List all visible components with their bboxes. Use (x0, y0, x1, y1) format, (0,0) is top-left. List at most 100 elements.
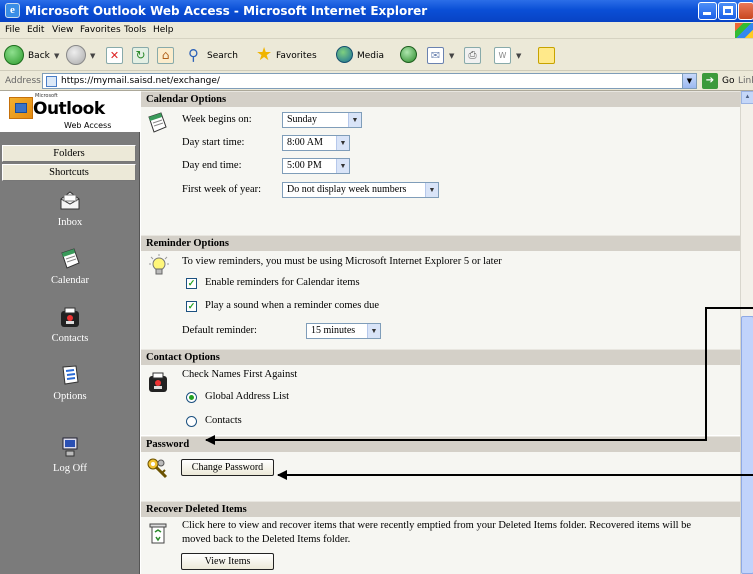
go-arrow-icon[interactable]: ➔ (702, 73, 718, 89)
play-sound-label: Play a sound when a reminder comes due (205, 300, 380, 311)
default-reminder-select[interactable]: 15 minutes ▼ (306, 323, 381, 339)
menu-file[interactable]: File (5, 25, 20, 35)
enable-reminders-checkbox[interactable]: ✓ (186, 278, 197, 289)
address-bar: Address https://mymail.saisd.net/exchang… (0, 71, 753, 91)
home-icon: ⌂ (157, 47, 174, 64)
nav-inbox[interactable]: Inbox (0, 189, 140, 239)
outlook-logo: Microsoft Outlook Web Access (0, 91, 140, 132)
recover-deleted-items-heading: Recover Deleted Items (141, 501, 740, 517)
password-heading: Password (141, 436, 740, 452)
favorites-button[interactable]: ★ Favorites (256, 44, 328, 65)
vertical-scrollbar[interactable]: ▲ (740, 91, 753, 574)
outlook-logo-icon (9, 97, 33, 119)
first-week-select[interactable]: Do not display week numbers ▼ (282, 182, 439, 198)
minimize-button[interactable] (698, 2, 717, 20)
reminder-options-section: To view reminders, you must be using Mic… (141, 251, 740, 349)
options-content: Calendar Options Week begins on: Sunday … (141, 91, 740, 574)
edit-button[interactable]: W ▼ (494, 45, 528, 65)
change-password-button[interactable]: Change Password (181, 459, 274, 476)
reminder-note: To view reminders, you must be using Mic… (182, 256, 502, 267)
stop-icon: ✕ (106, 47, 123, 64)
contacts-radio-label: Contacts (205, 415, 242, 426)
mail-button[interactable]: ✉ ▼ (427, 45, 461, 65)
view-items-button[interactable]: View Items (181, 553, 274, 570)
ie-icon: e (5, 3, 20, 18)
check-names-label: Check Names First Against (182, 369, 298, 380)
media-button[interactable]: Media (336, 45, 392, 65)
address-input[interactable]: https://mymail.saisd.net/exchange/ ▼ (42, 73, 697, 89)
chevron-down-icon: ▼ (425, 183, 438, 197)
contact-options-section: Check Names First Against Global Address… (141, 365, 740, 435)
back-button[interactable]: Back ▼ (4, 45, 64, 65)
history-button[interactable] (400, 45, 420, 65)
day-start-label: Day start time: (182, 137, 245, 148)
window-title: Microsoft Outlook Web Access - Microsoft… (25, 4, 428, 18)
calendar-icon (61, 248, 80, 269)
menu-edit[interactable]: Edit (27, 25, 44, 35)
window-title-bar: e Microsoft Outlook Web Access - Microso… (0, 0, 753, 22)
contacts-radio[interactable] (186, 416, 197, 427)
shortcuts-button[interactable]: Shortcuts (2, 164, 136, 181)
media-icon (336, 46, 353, 63)
back-arrow-icon (4, 45, 24, 65)
week-begins-select[interactable]: Sunday ▼ (282, 112, 362, 128)
go-button[interactable]: Go (722, 76, 734, 86)
scrollbar-thumb[interactable] (741, 316, 753, 574)
recover-text-line1: Click here to view and recover items tha… (182, 520, 692, 531)
recover-deleted-items-section: Click here to view and recover items tha… (141, 517, 740, 574)
maximize-button[interactable] (718, 2, 737, 20)
reminder-options-heading: Reminder Options (141, 235, 740, 251)
stop-button[interactable]: ✕ (106, 45, 126, 65)
favorites-star-icon: ★ (256, 44, 273, 65)
nav-logoff[interactable]: Log Off (0, 435, 140, 485)
menu-view[interactable]: View (52, 25, 73, 35)
menu-help[interactable]: Help (153, 25, 174, 35)
recover-text-line2: moved back to the Deleted Items folder. (182, 534, 351, 545)
nav-options[interactable]: Options (0, 363, 140, 413)
nav-calendar[interactable]: Calendar (0, 247, 140, 297)
menu-favorites[interactable]: Favorites (80, 25, 121, 35)
home-button[interactable]: ⌂ (157, 45, 177, 65)
messenger-button[interactable] (538, 45, 558, 65)
close-button[interactable] (738, 2, 753, 20)
day-end-label: Day end time: (182, 160, 242, 171)
keys-icon (147, 458, 168, 479)
edit-page-icon: W (494, 47, 511, 64)
nav-contacts[interactable]: Contacts (0, 305, 140, 355)
calendar-section-icon (148, 112, 167, 133)
menu-tools[interactable]: Tools (124, 25, 146, 35)
password-section: Change Password (141, 452, 740, 501)
search-button[interactable]: ⚲ Search (188, 45, 250, 65)
chevron-down-icon: ▼ (348, 113, 361, 127)
windows-logo-icon (735, 23, 753, 38)
week-begins-label: Week begins on: (182, 114, 252, 125)
address-dropdown[interactable]: ▼ (682, 74, 696, 88)
scroll-up-icon[interactable]: ▲ (741, 91, 753, 104)
inbox-icon (60, 191, 80, 210)
default-reminder-label: Default reminder: (182, 325, 257, 336)
play-sound-checkbox[interactable]: ✓ (186, 301, 197, 312)
contact-options-heading: Contact Options (141, 349, 740, 365)
address-label: Address (5, 76, 41, 86)
calendar-options-section: Week begins on: Sunday ▼ Day start time:… (141, 107, 740, 235)
folders-button[interactable]: Folders (2, 145, 136, 162)
forward-button[interactable]: ▼ (66, 45, 96, 65)
contacts-section-icon (149, 372, 167, 392)
links-button[interactable]: Links (738, 76, 753, 86)
day-start-select[interactable]: 8:00 AM ▼ (282, 135, 350, 151)
menu-bar: File Edit View Favorites Tools Help (0, 22, 753, 39)
refresh-icon: ↻ (132, 47, 149, 64)
mail-icon: ✉ (427, 47, 444, 64)
calendar-options-heading: Calendar Options (141, 91, 740, 107)
page-icon (46, 76, 57, 87)
recycle-bin-icon (149, 523, 167, 544)
toolbar: Back ▼ ▼ ✕ ↻ ⌂ ⚲ Search ★ Favorites Medi… (0, 39, 753, 71)
forward-arrow-icon (66, 45, 86, 65)
day-end-select[interactable]: 5:00 PM ▼ (282, 158, 350, 174)
global-address-list-radio[interactable] (186, 392, 197, 403)
global-address-list-label: Global Address List (205, 391, 289, 402)
address-url: https://mymail.saisd.net/exchange/ (61, 76, 220, 86)
chevron-down-icon: ▼ (336, 159, 349, 173)
refresh-button[interactable]: ↻ (132, 45, 152, 65)
print-button[interactable]: ⎙ (464, 45, 484, 65)
